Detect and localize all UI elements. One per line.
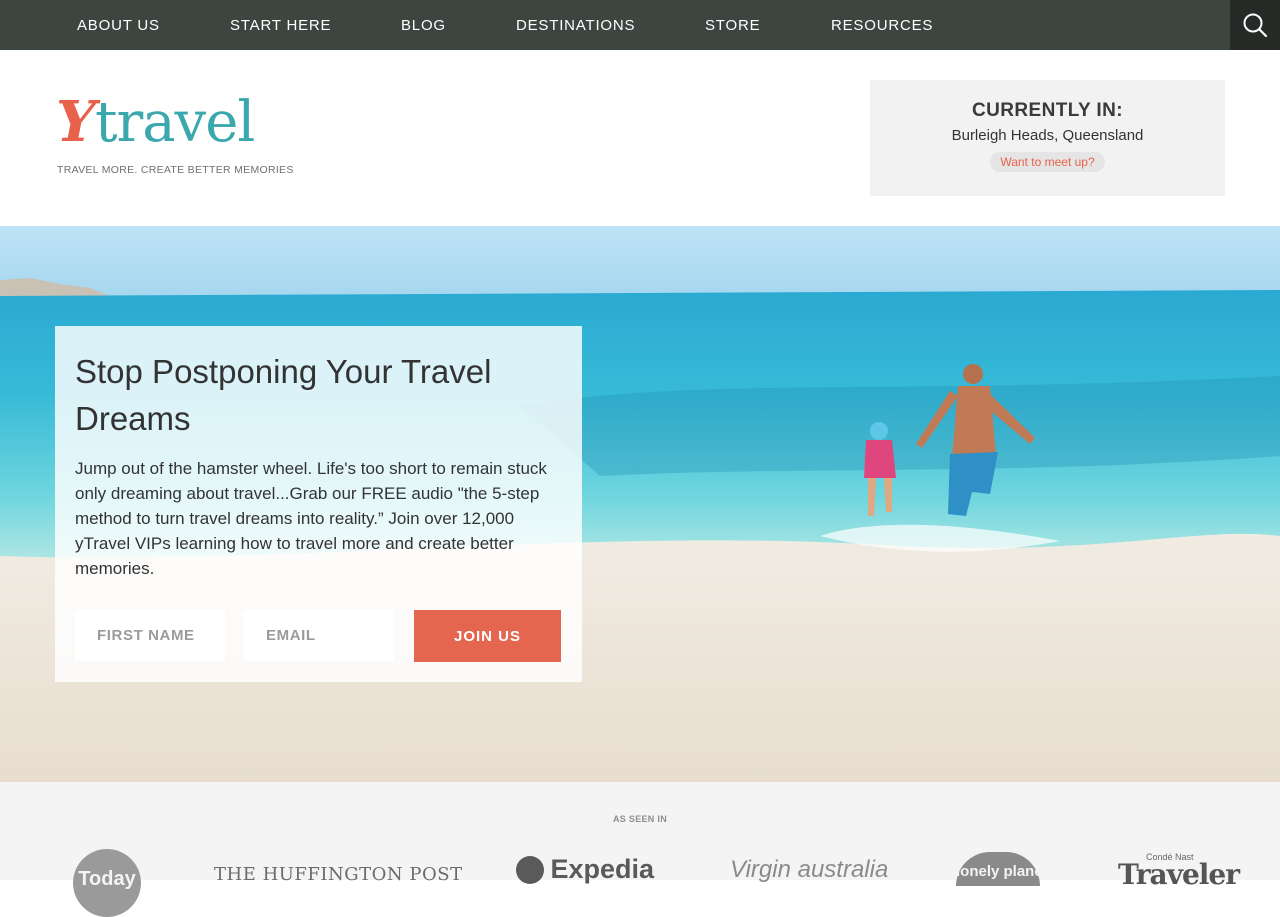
site-logo[interactable]: Ytravel TRAVEL MORE. CREATE BETTER MEMOR… [56, 87, 296, 179]
search-icon [1243, 13, 1268, 38]
expedia-globe-icon [516, 855, 544, 884]
brand-label: Today [78, 868, 136, 890]
signup-panel: Stop Postponing Your Travel Dreams Jump … [55, 326, 582, 682]
as-seen-in-title: AS SEEN IN [612, 814, 667, 824]
current-location-box: CURRENTLY IN: Burleigh Heads, Queensland… [870, 80, 1225, 196]
brand-logo-conde-nast: Condé Nast Traveler [1118, 852, 1240, 891]
brand-logo-lonely-planet: lonely planet [956, 852, 1048, 886]
current-location-title: CURRENTLY IN: [972, 100, 1123, 121]
site-header: Ytravel TRAVEL MORE. CREATE BETTER MEMOR… [0, 50, 1280, 226]
logo-wordmark: Ytravel [56, 87, 255, 158]
nav-item-start-here[interactable]: START HERE [230, 0, 331, 50]
nav-item-destinations[interactable]: DESTINATIONS [516, 0, 635, 50]
hero-banner: Stop Postponing Your Travel Dreams Jump … [0, 226, 1280, 782]
nav-item-store[interactable]: STORE [705, 0, 760, 50]
hero-title: Stop Postponing Your Travel Dreams [75, 353, 492, 437]
logo-tagline: TRAVEL MORE. CREATE BETTER MEMORIES [57, 164, 294, 176]
as-seen-in-section: AS SEEN IN Today THE HUFFINGTON POST Exp… [0, 782, 1280, 917]
brand-logo-today: Today [73, 849, 141, 917]
top-nav: ABOUT US START HERE BLOG DESTINATIONS ST… [0, 0, 1280, 50]
current-location-text: Burleigh Heads, Queensland [951, 127, 1144, 144]
hero-description: Jump out of the hamster wheel. Life's to… [75, 459, 547, 578]
nav-item-resources[interactable]: RESOURCES [831, 0, 933, 50]
email-input[interactable] [244, 610, 394, 661]
brand-label-main: Traveler [1118, 858, 1240, 891]
nav-item-about-us[interactable]: ABOUT US [77, 0, 160, 50]
logo-y: Y [56, 89, 96, 155]
logo-rest: travel [94, 90, 255, 155]
brand-logo-huffington: THE HUFFINGTON POST [214, 864, 463, 885]
join-us-button[interactable]: JOIN US [414, 610, 561, 662]
brand-label: lonely planet [956, 863, 1048, 880]
meetup-link[interactable]: Want to meet up? [990, 152, 1105, 172]
nav-item-blog[interactable]: BLOG [401, 0, 446, 50]
first-name-input[interactable] [75, 610, 225, 661]
search-button[interactable] [1230, 0, 1280, 50]
